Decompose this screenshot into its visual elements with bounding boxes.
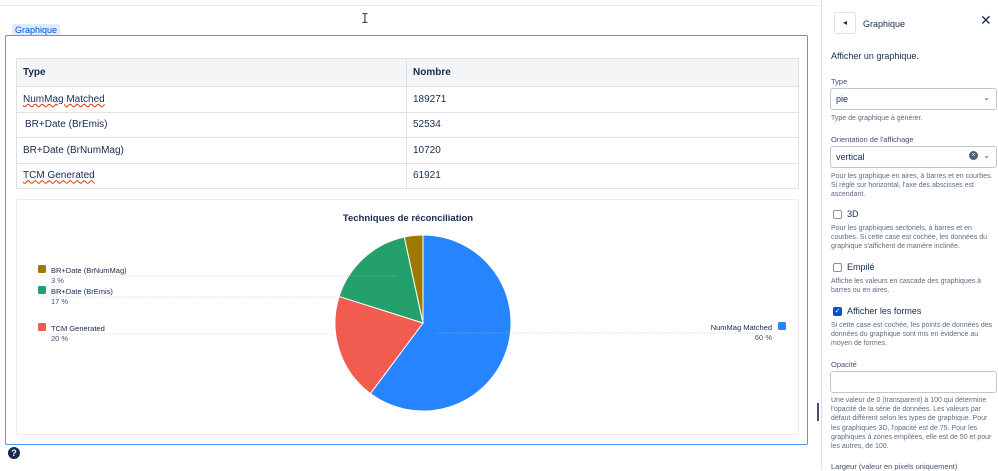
type-label: Type: [831, 77, 848, 86]
legend-label: BR+Date (BrNumMag): [51, 266, 127, 275]
checkbox-stacked-label: Empilé: [847, 262, 875, 272]
legend-label: TCM Generated: [51, 324, 105, 333]
chevron-down-icon: ⌄: [983, 93, 990, 102]
chart-panel: Techniques de réconciliation NumMag Matc…: [16, 199, 799, 435]
legend-percent: 17 %: [51, 297, 68, 306]
table-cell-count[interactable]: 10720: [406, 137, 799, 164]
orientation-select[interactable]: vertical × ⌄: [830, 146, 997, 168]
legend-swatch: [38, 286, 46, 294]
opacity-label: Opacité: [831, 360, 857, 369]
type-select[interactable]: pie ⌄: [830, 88, 997, 110]
table-cell-type: BR+Date (BrNumMag): [23, 144, 124, 156]
legend-swatch: [38, 265, 46, 273]
type-select-value: pie: [836, 94, 849, 104]
legend-percent: 20 %: [51, 334, 68, 343]
opacity-help: Une valeur de 0 (transparent) à 100 qui …: [831, 397, 992, 451]
check-icon: ✓: [834, 308, 841, 315]
resize-handle[interactable]: [817, 403, 819, 421]
text-cursor-icon: I: [361, 12, 369, 27]
orientation-select-value: vertical: [836, 152, 865, 162]
table-cell-type: TCM Generated: [23, 170, 95, 182]
checkbox-stacked[interactable]: [833, 263, 842, 272]
panel-description: Afficher un graphique.: [831, 51, 919, 61]
table-row: BR+Date (BrNumMag) 10720: [16, 137, 799, 164]
opacity-input[interactable]: [830, 371, 997, 393]
checkbox-3d[interactable]: [833, 210, 842, 219]
row-type-text: NumMag Matched: [23, 93, 105, 105]
legend-swatch: [778, 322, 786, 330]
table-header-type: Type: [16, 58, 407, 87]
legend-label: NumMag Matched: [711, 323, 772, 332]
checkbox-3d-label: 3D: [847, 209, 859, 219]
table-cell-type: BR+Date (BrEmis): [25, 119, 108, 131]
chevron-down-icon: ⌄: [983, 151, 990, 160]
orientation-label: Orientation de l'affichage: [831, 135, 914, 144]
chart-macro-container[interactable]: Type Nombre NumMag Matched 189271 BR+Dat…: [5, 35, 808, 445]
table-cell-type: NumMag Matched: [23, 94, 105, 105]
macro-config-panel: ◂ Graphique ✕ Afficher un graphique. Typ…: [821, 0, 998, 471]
pie-chart: Techniques de réconciliation NumMag Matc…: [38, 213, 786, 412]
chart-title: Techniques de réconciliation: [343, 213, 473, 224]
help-icon[interactable]: ?: [8, 447, 20, 459]
checkbox-3d-help: Pour les graphiques sectoriels, à barres…: [831, 225, 988, 251]
table-cell-count[interactable]: 52534: [406, 111, 799, 138]
legend-swatch: [38, 323, 46, 331]
panel-title: Graphique: [863, 19, 906, 29]
table-header-row: Type Nombre: [16, 58, 799, 87]
close-icon[interactable]: ✕: [980, 12, 992, 29]
table-row: BR+Date (BrEmis) 52534: [16, 111, 799, 138]
chart-macro-icon: ◂: [834, 12, 856, 34]
checkbox-shapes-label: Afficher les formes: [847, 306, 922, 316]
table-cell-count[interactable]: 189271: [406, 86, 799, 113]
legend-label: BR+Date (BrEmis): [51, 287, 113, 296]
legend-percent: 3 %: [51, 276, 64, 285]
table-row: NumMag Matched 189271: [16, 86, 799, 113]
data-table: Type Nombre NumMag Matched 189271 BR+Dat…: [16, 58, 799, 189]
table-header-count: Nombre: [406, 58, 799, 87]
checkbox-shapes-help: Si cette case est cochée, les points de …: [831, 322, 993, 348]
editor-top-border: [0, 0, 820, 6]
checkbox-stacked-help: Affiche les valeurs en cascade des graph…: [831, 278, 982, 295]
legend-percent: 60 %: [755, 333, 772, 342]
table-row: TCM Generated 61921: [16, 162, 799, 189]
checkbox-shapes[interactable]: ✓: [833, 307, 842, 316]
table-cell-count[interactable]: 61921: [406, 162, 799, 189]
orientation-help: Pour les graphique en aires, à barres et…: [831, 173, 993, 199]
type-help: Type de graphique à générer.: [831, 115, 923, 122]
clear-icon[interactable]: ×: [969, 151, 978, 160]
panel-header: ◂ Graphique ✕: [822, 0, 998, 46]
